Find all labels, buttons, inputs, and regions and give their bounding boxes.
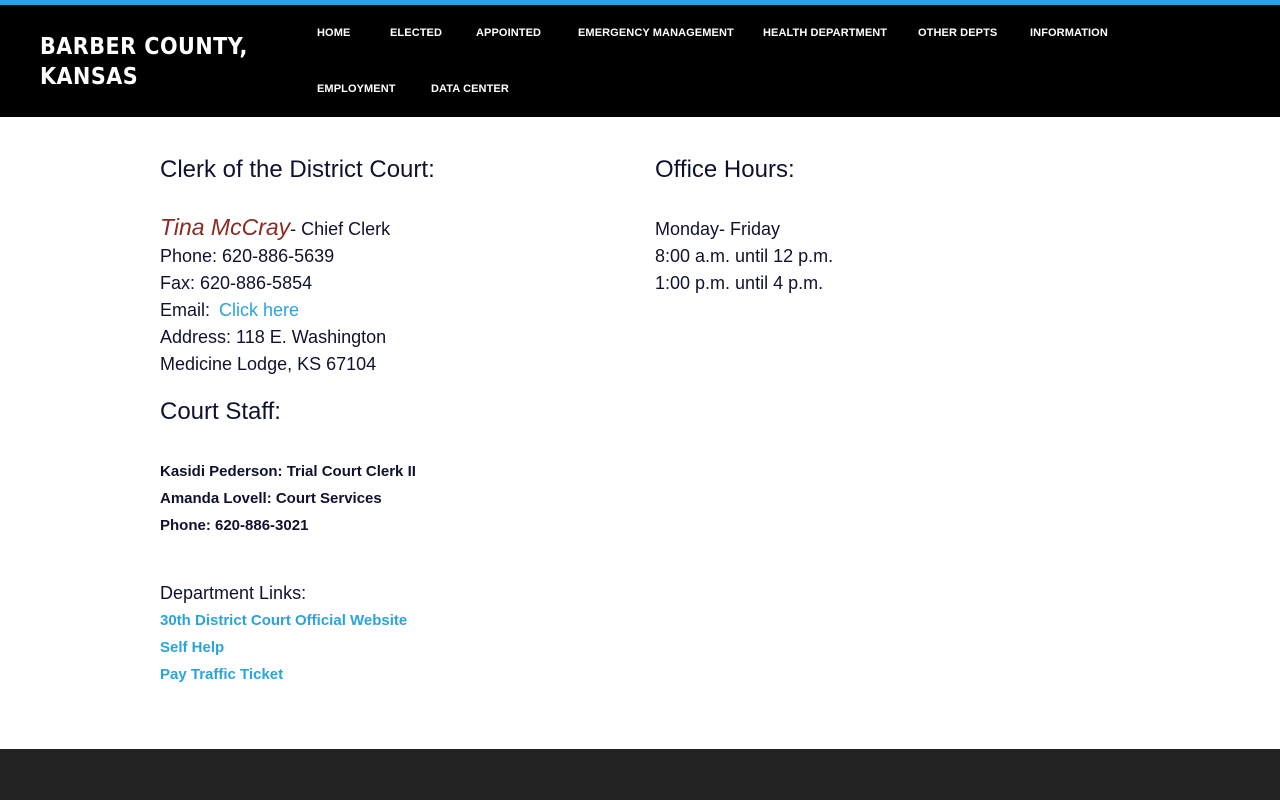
staff-phone: Phone: 620-886-3021	[160, 517, 309, 534]
nav-health-department[interactable]: HEALTH DEPARTMENT	[763, 27, 887, 39]
staff-member: Amanda Lovell: Court Services	[160, 490, 382, 507]
clerk-email-line: Email: Click here	[160, 300, 299, 321]
office-hours-morning: 8:00 a.m. until 12 p.m.	[655, 246, 834, 266]
clerk-address-line1: Address: 118 E. Washington	[160, 327, 387, 347]
clerk-email-label: Email:	[160, 300, 211, 320]
link-self-help[interactable]: Self Help	[160, 639, 224, 656]
clerk-address-line2: Medicine Lodge, KS 67104	[160, 354, 377, 374]
site-title[interactable]: BARBER COUNTY, KANSAS	[40, 32, 270, 92]
clerk-name-line: Tina McCray- Chief Clerk	[160, 214, 390, 241]
nav-appointed[interactable]: APPOINTED	[476, 27, 541, 39]
nav-elected[interactable]: ELECTED	[390, 27, 442, 39]
department-links-heading: Department Links:	[160, 583, 307, 603]
site-header: BARBER COUNTY, KANSAS HOME ELECTED APPOI…	[0, 5, 1280, 117]
main-content: Clerk of the District Court: Tina McCray…	[0, 117, 1280, 749]
clerk-email-link[interactable]: Click here	[219, 300, 299, 320]
nav-data-center[interactable]: DATA CENTER	[431, 83, 509, 95]
office-hours-days: Monday- Friday	[655, 219, 781, 239]
site-footer	[0, 749, 1280, 800]
nav-information[interactable]: INFORMATION	[1030, 27, 1108, 39]
clerk-fax: Fax: 620-886-5854	[160, 273, 313, 293]
office-hours-heading: Office Hours:	[655, 156, 795, 183]
site-title-line1: BARBER COUNTY,	[40, 34, 248, 60]
link-pay-traffic-ticket[interactable]: Pay Traffic Ticket	[160, 666, 283, 683]
staff-heading: Court Staff:	[160, 398, 281, 425]
clerk-phone: Phone: 620-886-5639	[160, 246, 335, 266]
staff-member: Kasidi Pederson: Trial Court Clerk II	[160, 463, 416, 480]
clerk-heading: Clerk of the District Court:	[160, 156, 435, 183]
clerk-name: Tina McCray	[160, 214, 291, 240]
nav-home[interactable]: HOME	[317, 27, 350, 39]
nav-emergency-management[interactable]: EMERGENCY MANAGEMENT	[578, 27, 734, 39]
clerk-role: - Chief Clerk	[290, 219, 391, 239]
nav-other-depts[interactable]: OTHER DEPTS	[918, 27, 997, 39]
nav-employment[interactable]: EMPLOYMENT	[317, 83, 396, 95]
site-title-line2: KANSAS	[40, 64, 139, 90]
office-hours-afternoon: 1:00 p.m. until 4 p.m.	[655, 273, 824, 293]
link-official-website[interactable]: 30th District Court Official Website	[160, 612, 407, 629]
